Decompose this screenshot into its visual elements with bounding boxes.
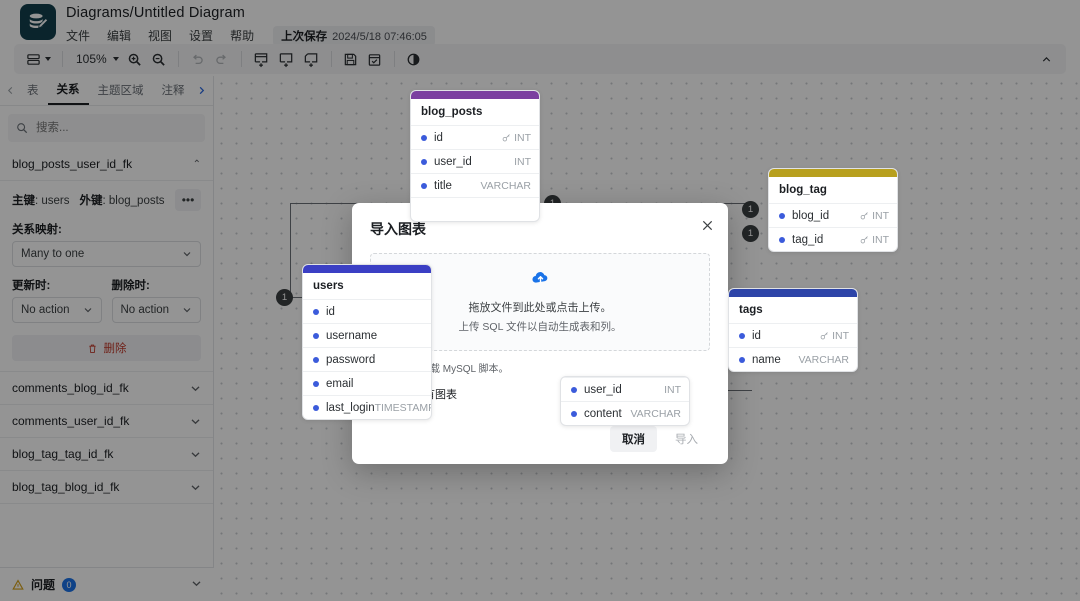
table-field[interactable]: content VARCHAR [561,401,689,425]
table-node-comments[interactable]: user_id INT content VARCHAR [560,376,690,426]
table-node-tags[interactable]: tags id INT name VARCHAR [728,288,858,372]
table-field-truncated[interactable] [411,197,539,221]
table-color-bar [729,289,857,297]
key-icon [502,134,510,142]
key-icon [860,236,868,244]
field-type: VARCHAR [798,354,849,366]
field-name: id [752,329,761,342]
field-type: INT [664,384,681,396]
field-name: last_login [326,401,375,414]
field-name: title [434,179,452,192]
field-name: user_id [584,383,622,396]
modal-actions: 取消 导入 [370,426,710,452]
table-field[interactable]: blog_id INT [769,203,897,227]
table-title: blog_posts [421,106,483,118]
field-dot-icon [421,182,427,189]
field-type-label: INT [872,209,889,222]
field-type: INT [502,132,531,144]
field-dot-icon [779,212,785,219]
field-type: VARCHAR [630,408,681,420]
field-name: id [326,305,335,318]
field-name: blog_id [792,209,830,222]
field-dot-icon [739,356,745,363]
app-root: Diagrams/Untitled Diagram 文件 编辑 视图 设置 帮助… [0,0,1080,601]
field-name: email [326,377,354,390]
table-field[interactable]: user_id INT [411,149,539,173]
table-color-bar [411,91,539,99]
field-type: INT [860,234,889,246]
table-field[interactable]: email [303,371,431,395]
field-dot-icon [571,386,577,393]
field-type-label: VARCHAR [630,407,681,420]
field-type-label: VARCHAR [798,353,849,366]
field-type: INT [820,330,849,342]
field-type-label: INT [832,329,849,342]
field-name: content [584,407,622,420]
field-type-label: INT [872,233,889,246]
table-node-blog-posts[interactable]: blog_posts id INT user_id INT title VARC… [410,90,540,222]
table-field[interactable]: id INT [729,323,857,347]
field-name: username [326,329,378,342]
field-dot-icon [739,332,745,339]
table-field[interactable]: tag_id INT [769,227,897,251]
field-name: tag_id [792,233,824,246]
modal-close-button[interactable] [701,219,714,234]
cancel-button[interactable]: 取消 [610,426,657,452]
table-color-bar [769,169,897,177]
table-field[interactable]: id INT [411,125,539,149]
table-field[interactable]: password [303,347,431,371]
table-title: users [313,280,344,292]
table-field[interactable]: last_login TIMESTAMP [303,395,431,419]
field-name: user_id [434,155,472,168]
close-icon [702,220,713,231]
field-type-label: TIMESTAMP [374,401,432,414]
field-name: password [326,353,376,366]
cloud-upload-icon [531,272,547,284]
field-type-label: VARCHAR [480,179,531,192]
field-dot-icon [313,332,319,339]
table-field[interactable]: name VARCHAR [729,347,857,371]
field-dot-icon [313,404,319,411]
table-node-users[interactable]: users id username password email last_lo… [302,264,432,420]
field-dot-icon [313,356,319,363]
table-field[interactable]: user_id INT [561,377,689,401]
field-dot-icon [313,380,319,387]
key-icon [860,212,868,220]
field-name: id [434,131,443,144]
field-type-label: INT [664,383,681,396]
field-dot-icon [421,134,427,141]
table-field[interactable]: id [303,299,431,323]
table-color-bar [303,265,431,273]
modal-title: 导入图表 [370,221,426,237]
field-dot-icon [421,158,427,165]
table-node-blog-tag[interactable]: blog_tag blog_id INT tag_id INT [768,168,898,252]
field-type: TIMESTAMP [374,401,432,414]
field-type-label: INT [514,131,531,144]
table-title: tags [739,304,763,316]
field-type: VARCHAR [480,180,531,192]
field-type: INT [514,156,531,168]
field-type: INT [860,210,889,222]
field-type-label: INT [514,155,531,168]
field-dot-icon [779,236,785,243]
table-title: blog_tag [779,184,827,196]
field-name: name [752,353,781,366]
table-field[interactable]: title VARCHAR [411,173,539,197]
field-dot-icon [313,308,319,315]
key-icon [820,332,828,340]
import-button[interactable]: 导入 [663,426,710,452]
table-field[interactable]: username [303,323,431,347]
field-dot-icon [571,410,577,417]
